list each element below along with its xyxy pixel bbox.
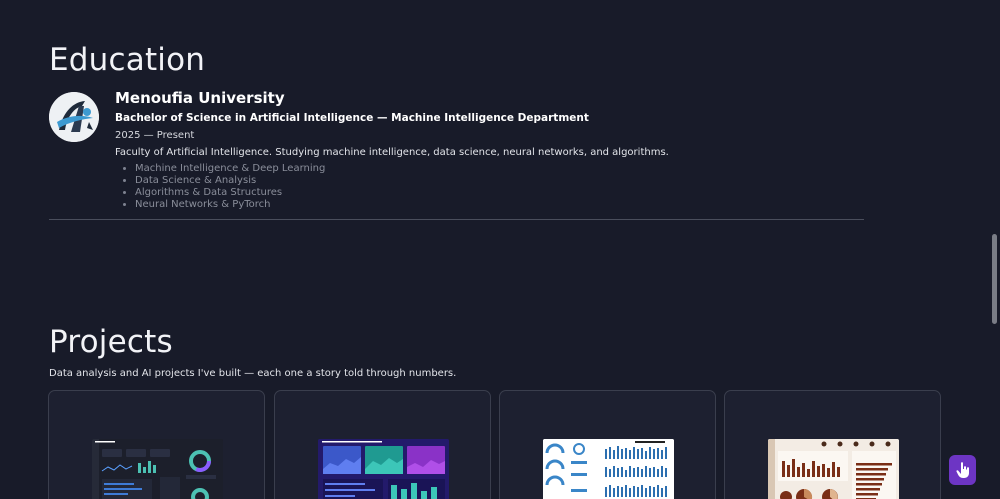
- course-item: Data Science & Analysis: [135, 175, 864, 187]
- scrollbar-thumb[interactable]: [992, 234, 997, 324]
- project-thumbnail: [92, 439, 223, 499]
- education-description: Faculty of Artificial Intelligence. Stud…: [115, 147, 669, 158]
- course-item: Algorithms & Data Structures: [135, 187, 864, 199]
- university-logo: [49, 92, 99, 142]
- project-card[interactable]: [48, 390, 265, 499]
- project-card[interactable]: [274, 390, 491, 499]
- university-name: Menoufia University: [115, 89, 285, 107]
- project-card[interactable]: [724, 390, 941, 499]
- projects-heading: Projects: [49, 324, 173, 360]
- pointer-hand-icon[interactable]: [949, 455, 976, 485]
- project-card[interactable]: [499, 390, 716, 499]
- course-item: Neural Networks & PyTorch: [135, 199, 864, 211]
- course-list: Machine Intelligence & Deep Learning Dat…: [115, 163, 864, 211]
- course-item: Machine Intelligence & Deep Learning: [135, 163, 864, 175]
- education-dates: 2025 — Present: [115, 130, 195, 141]
- education-heading: Education: [49, 42, 206, 78]
- page: Education Menoufia University Bachelor o…: [0, 0, 1000, 499]
- education-details: Menoufia University Bachelor of Science …: [115, 90, 864, 211]
- project-thumbnail: [543, 439, 674, 499]
- degree-title: Bachelor of Science in Artificial Intell…: [115, 112, 589, 124]
- project-thumbnail: [768, 439, 899, 499]
- section-divider: [49, 219, 864, 220]
- project-thumbnail: [318, 439, 449, 499]
- projects-subtitle: Data analysis and AI projects I've built…: [49, 368, 457, 379]
